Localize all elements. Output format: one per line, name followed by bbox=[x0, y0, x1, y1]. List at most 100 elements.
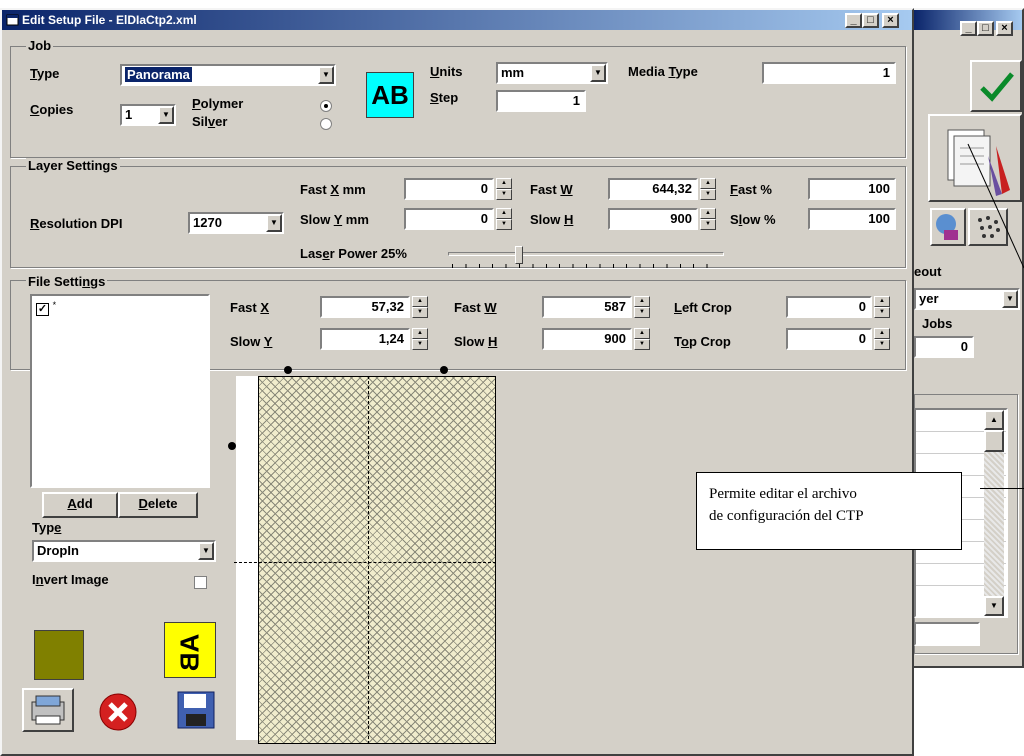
file-fast-w-label: Fast W bbox=[454, 300, 497, 315]
callout-box: Permite editar el archivo de configuraci… bbox=[696, 472, 962, 550]
handle-top-right[interactable] bbox=[440, 366, 448, 374]
job-type-value: Panorama bbox=[125, 67, 192, 82]
file-type-value: DropIn bbox=[37, 543, 79, 558]
file-fast-x-field[interactable]: 57,32 bbox=[320, 296, 410, 318]
background-window: _ □ × eout yer ▼ Jobs 0 ▲ ▼ bbox=[912, 8, 1024, 668]
file-fast-x-label: Fast X bbox=[230, 300, 270, 315]
vertical-guide bbox=[368, 376, 369, 744]
callout-line-2: de configuración del CTP bbox=[709, 508, 864, 524]
ab-preview-badge: AB bbox=[366, 72, 414, 118]
window-app-icon bbox=[6, 14, 19, 26]
slow-y-mm-field[interactable]: 0 bbox=[404, 208, 494, 230]
layer-slow-h-label: Slow H bbox=[530, 212, 574, 227]
units-select[interactable]: mm ▼ bbox=[496, 62, 608, 84]
chevron-down-icon: ▼ bbox=[1002, 290, 1018, 308]
list-item-checkbox[interactable]: ✓ bbox=[36, 303, 49, 316]
media-plate[interactable] bbox=[258, 376, 496, 744]
file-settings-label: File Settings bbox=[26, 274, 108, 289]
slow-percent-field[interactable]: 100 bbox=[808, 208, 896, 230]
bg-bottom-field[interactable] bbox=[914, 622, 980, 646]
layer-slow-h-spinner[interactable]: ▲ ▼ bbox=[700, 208, 716, 230]
file-type-select[interactable]: DropIn ▼ bbox=[32, 540, 216, 562]
silver-radio[interactable] bbox=[320, 118, 332, 130]
copies-select[interactable]: 1 ▼ bbox=[120, 104, 176, 126]
confirm-button[interactable] bbox=[970, 60, 1022, 112]
top-crop-spinner[interactable]: ▲ ▼ bbox=[874, 328, 890, 350]
handle-left[interactable] bbox=[228, 442, 236, 450]
chevron-down-icon: ▼ bbox=[318, 66, 334, 84]
polymer-radio[interactable] bbox=[320, 100, 332, 112]
horizontal-guide bbox=[234, 562, 496, 563]
layer-fast-w-field[interactable]: 644,32 bbox=[608, 178, 698, 200]
list-item[interactable]: ✓ * bbox=[32, 296, 208, 320]
close-button[interactable]: × bbox=[882, 13, 899, 28]
copies-label: Copies bbox=[30, 102, 74, 117]
top-crop-label: Top Crop bbox=[674, 334, 731, 349]
fast-x-mm-spinner[interactable]: ▲ ▼ bbox=[496, 178, 512, 200]
bg-combo[interactable]: yer ▼ bbox=[914, 288, 1020, 310]
print-button[interactable] bbox=[22, 688, 74, 732]
dialog-title: Edit Setup File - ElDIaCtp2.xml bbox=[22, 13, 197, 27]
file-slow-y-field[interactable]: 1,24 bbox=[320, 328, 410, 350]
invert-image-label: Invert Image bbox=[32, 572, 109, 587]
file-slow-y-spinner[interactable]: ▲ ▼ bbox=[412, 328, 428, 350]
scroll-up-button[interactable]: ▲ bbox=[984, 410, 1004, 430]
file-fast-w-spinner[interactable]: ▲ ▼ bbox=[634, 296, 650, 318]
bg-jobs-field[interactable]: 0 bbox=[914, 336, 974, 358]
media-type-label: Media Type bbox=[628, 64, 698, 79]
layer-fast-w-spinner[interactable]: ▲ ▼ bbox=[700, 178, 716, 200]
layout-preview[interactable] bbox=[236, 376, 258, 740]
callout-pointer-line bbox=[967, 143, 1024, 269]
fast-x-mm-field[interactable]: 0 bbox=[404, 178, 494, 200]
cancel-x-icon bbox=[99, 693, 137, 731]
units-label: Units bbox=[430, 64, 463, 79]
step-field[interactable]: 1 bbox=[496, 90, 586, 112]
step-label: Step bbox=[430, 90, 459, 105]
file-fast-w-field[interactable]: 587 bbox=[542, 296, 632, 318]
layer-fast-w-label: Fast W bbox=[530, 182, 573, 197]
media-type-field[interactable]: 1 bbox=[762, 62, 896, 84]
resolution-select[interactable]: 1270 ▼ bbox=[188, 212, 284, 234]
chevron-down-icon: ▼ bbox=[158, 106, 174, 124]
bg-scrollbar[interactable]: ▲ ▼ bbox=[984, 410, 1004, 616]
laser-power-slider[interactable] bbox=[448, 246, 730, 270]
maximize-button[interactable]: □ bbox=[862, 13, 879, 28]
bg-combo-value: yer bbox=[919, 291, 939, 306]
scroll-thumb[interactable] bbox=[984, 430, 1004, 452]
silver-label: Silver bbox=[192, 114, 228, 129]
minimize-button[interactable]: _ bbox=[845, 13, 862, 28]
resolution-value: 1270 bbox=[193, 215, 222, 230]
bg-close-button[interactable]: × bbox=[996, 21, 1013, 36]
layer-slow-h-field[interactable]: 900 bbox=[608, 208, 698, 230]
slider-ticks bbox=[452, 264, 720, 268]
bg-minimize-button[interactable]: _ bbox=[960, 21, 977, 36]
chevron-down-icon: ▼ bbox=[590, 64, 606, 82]
save-button[interactable] bbox=[174, 688, 220, 734]
file-type-label: Type bbox=[32, 520, 62, 535]
job-type-select[interactable]: Panorama ▼ bbox=[120, 64, 336, 86]
file-fast-x-spinner[interactable]: ▲ ▼ bbox=[412, 296, 428, 318]
file-slow-h-field[interactable]: 900 bbox=[542, 328, 632, 350]
cancel-button[interactable] bbox=[94, 690, 144, 734]
scroll-down-button[interactable]: ▼ bbox=[984, 596, 1004, 616]
color-swatch[interactable] bbox=[34, 630, 84, 680]
invert-image-checkbox[interactable] bbox=[194, 576, 207, 589]
delete-button[interactable]: Delete bbox=[118, 492, 198, 518]
slow-y-mm-spinner[interactable]: ▲ ▼ bbox=[496, 208, 512, 230]
file-slow-h-spinner[interactable]: ▲ ▼ bbox=[634, 328, 650, 350]
file-slow-h-label: Slow H bbox=[454, 334, 498, 349]
laser-slider-thumb[interactable] bbox=[515, 246, 523, 264]
left-crop-field[interactable]: 0 bbox=[786, 296, 872, 318]
add-button[interactable]: Add bbox=[42, 492, 118, 518]
chevron-down-icon: ▼ bbox=[198, 542, 214, 560]
bg-maximize-button[interactable]: □ bbox=[977, 21, 994, 36]
fast-percent-field[interactable]: 100 bbox=[808, 178, 896, 200]
handle-top-left[interactable] bbox=[284, 366, 292, 374]
top-crop-field[interactable]: 0 bbox=[786, 328, 872, 350]
floppy-disk-icon bbox=[177, 691, 215, 729]
laser-power-label: Laser Power 25% bbox=[300, 246, 407, 261]
bg-label-out: eout bbox=[914, 264, 942, 279]
left-crop-spinner[interactable]: ▲ ▼ bbox=[874, 296, 890, 318]
slow-percent-label: Slow % bbox=[730, 212, 776, 227]
file-list[interactable]: ✓ * bbox=[30, 294, 210, 488]
